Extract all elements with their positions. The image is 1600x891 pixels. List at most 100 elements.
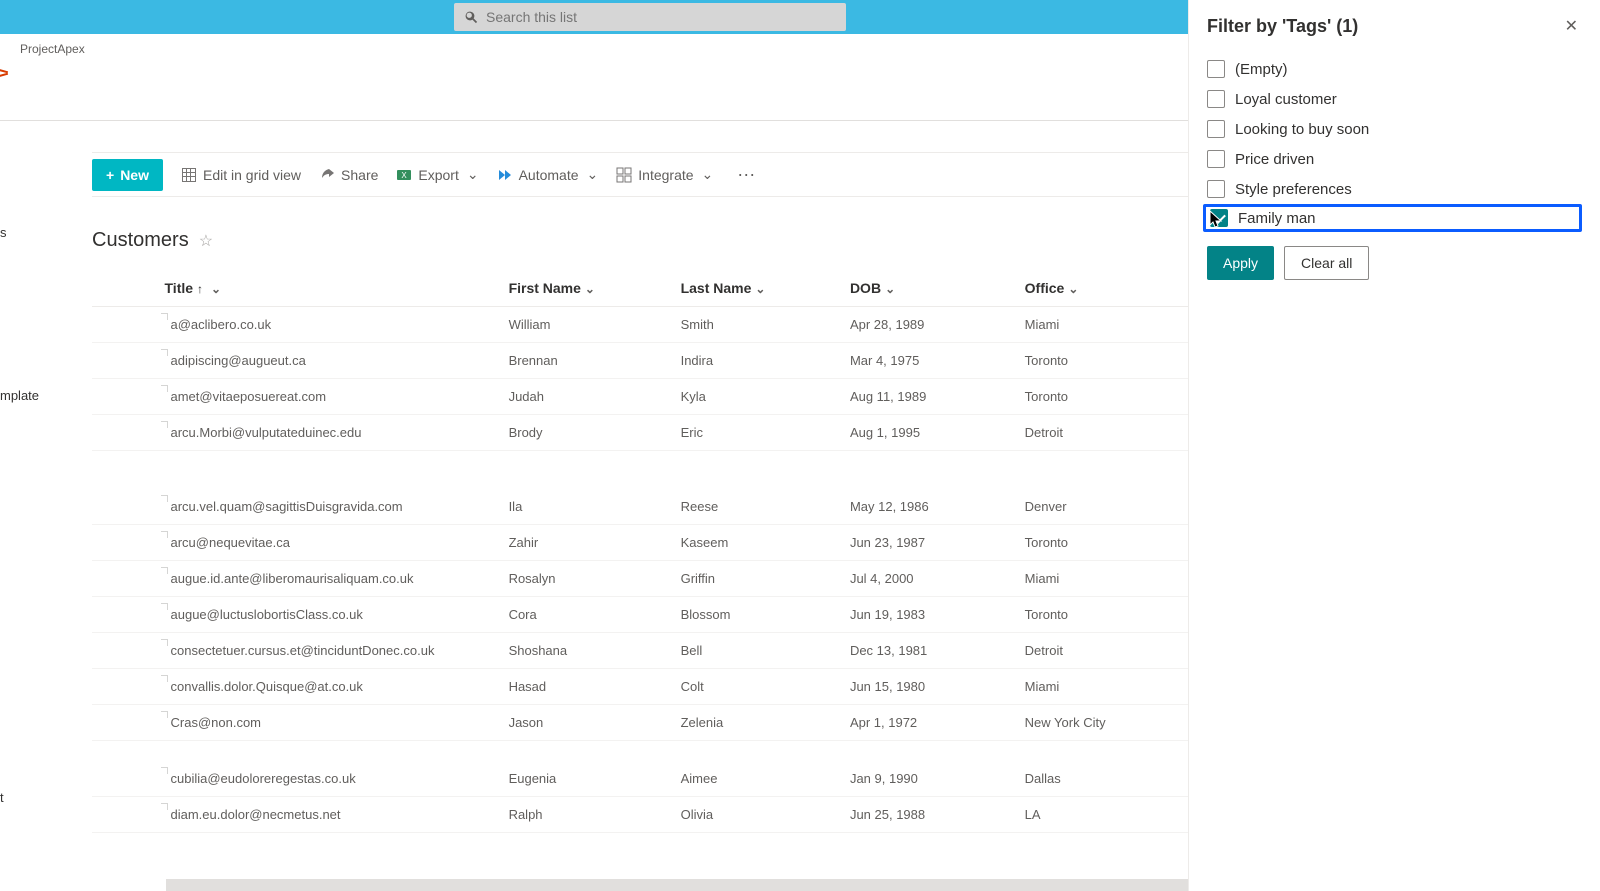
col-header-office[interactable]: Office⌄ xyxy=(1017,270,1189,307)
col-header-first-name[interactable]: First Name⌄ xyxy=(501,270,673,307)
grid-icon xyxy=(181,167,197,183)
cell-first-name: Judah xyxy=(501,379,673,415)
row-selector[interactable] xyxy=(92,343,157,379)
favorite-star-icon[interactable]: ☆ xyxy=(199,231,213,251)
export-button[interactable]: X Export ⌄ xyxy=(396,166,478,183)
cell-dob: Jun 19, 1983 xyxy=(842,597,1017,633)
chevron-down-icon: ⌄ xyxy=(585,282,595,296)
checkbox-icon[interactable] xyxy=(1207,60,1225,78)
filter-option-label: Looking to buy soon xyxy=(1235,121,1369,138)
filter-option-label: Style preferences xyxy=(1235,181,1352,198)
share-label: Share xyxy=(341,167,378,183)
panel-header: Filter by 'Tags' (1) ✕ xyxy=(1207,12,1582,40)
row-selector[interactable] xyxy=(92,525,157,561)
plus-icon: + xyxy=(106,167,114,183)
cell-first-name: Shoshana xyxy=(501,633,673,669)
cell-title[interactable]: convallis.dolor.Quisque@at.co.uk xyxy=(157,669,501,705)
edit-grid-view-button[interactable]: Edit in grid view xyxy=(181,167,301,183)
cell-first-name: Cora xyxy=(501,597,673,633)
col-header-dob[interactable]: DOB⌄ xyxy=(842,270,1017,307)
cell-title[interactable]: adipiscing@augueut.ca xyxy=(157,343,501,379)
checkbox-icon[interactable] xyxy=(1210,209,1228,227)
cell-dob: Mar 4, 1975 xyxy=(842,343,1017,379)
panel-title: Filter by 'Tags' (1) xyxy=(1207,16,1358,37)
checkbox-icon[interactable] xyxy=(1207,180,1225,198)
checkbox-icon[interactable] xyxy=(1207,120,1225,138)
search-input[interactable] xyxy=(486,9,836,25)
row-selector[interactable] xyxy=(92,597,157,633)
automate-button[interactable]: Automate ⌄ xyxy=(497,166,599,183)
checkbox-icon[interactable] xyxy=(1207,150,1225,168)
filter-option[interactable]: Style preferences xyxy=(1207,174,1582,204)
cell-first-name: Brody xyxy=(501,415,673,451)
chevron-down-icon: ⌄ xyxy=(1068,282,1078,296)
search-box[interactable] xyxy=(454,3,846,31)
cell-last-name: Olivia xyxy=(673,797,842,833)
excel-icon: X xyxy=(396,167,412,183)
row-selector[interactable] xyxy=(92,633,157,669)
apply-button[interactable]: Apply xyxy=(1207,246,1274,280)
filter-option[interactable]: Looking to buy soon xyxy=(1207,114,1582,144)
integrate-button[interactable]: Integrate ⌄ xyxy=(616,166,713,183)
cell-last-name: Eric xyxy=(673,415,842,451)
cell-title[interactable]: augue.id.ante@liberomaurisaliquam.co.uk xyxy=(157,561,501,597)
cell-first-name: Ila xyxy=(501,480,673,525)
chevron-down-icon: ⌄ xyxy=(755,282,765,296)
cell-title[interactable]: arcu@nequevitae.ca xyxy=(157,525,501,561)
cell-office: Miami xyxy=(1017,307,1189,343)
chevron-down-icon: ⌄ xyxy=(467,166,479,183)
row-selector[interactable] xyxy=(92,797,157,833)
sort-asc-icon: ↑ xyxy=(197,282,203,296)
col-header-last-name[interactable]: Last Name⌄ xyxy=(673,270,842,307)
close-icon[interactable]: ✕ xyxy=(1561,12,1582,40)
col-header-title[interactable]: Title↑⌄ xyxy=(157,270,501,307)
cell-title[interactable]: amet@vitaeposuereat.com xyxy=(157,379,501,415)
cell-title[interactable]: diam.eu.dolor@necmetus.net xyxy=(157,797,501,833)
cell-last-name: Griffin xyxy=(673,561,842,597)
clear-all-button[interactable]: Clear all xyxy=(1284,246,1369,280)
cell-office: Miami xyxy=(1017,561,1189,597)
filter-option[interactable]: Family man xyxy=(1203,204,1582,232)
integrate-label: Integrate xyxy=(638,167,693,183)
cell-last-name: Zelenia xyxy=(673,705,842,741)
row-selector[interactable] xyxy=(92,480,157,525)
cell-office: Miami xyxy=(1017,669,1189,705)
cell-last-name: Bell xyxy=(673,633,842,669)
share-button[interactable]: Share xyxy=(319,167,378,183)
checkbox-icon[interactable] xyxy=(1207,90,1225,108)
row-selector[interactable] xyxy=(92,705,157,741)
more-actions-button[interactable]: ··· xyxy=(731,164,761,185)
cell-dob: Aug 1, 1995 xyxy=(842,415,1017,451)
select-all-header[interactable] xyxy=(92,270,157,307)
chevron-down-icon: ⌄ xyxy=(587,166,599,183)
row-selector[interactable] xyxy=(92,415,157,451)
cell-title[interactable]: arcu.vel.quam@sagittisDuisgravida.com xyxy=(157,480,501,525)
new-button[interactable]: + New xyxy=(92,159,163,191)
cell-title[interactable]: Cras@non.com xyxy=(157,705,501,741)
row-selector[interactable] xyxy=(92,379,157,415)
automate-label: Automate xyxy=(519,167,579,183)
row-selector[interactable] xyxy=(92,307,157,343)
cell-last-name: Blossom xyxy=(673,597,842,633)
new-button-label: New xyxy=(120,167,149,183)
cell-first-name: Brennan xyxy=(501,343,673,379)
cell-office: New York City xyxy=(1017,705,1189,741)
cell-title[interactable]: a@aclibero.co.uk xyxy=(157,307,501,343)
row-selector[interactable] xyxy=(92,761,157,797)
row-selector[interactable] xyxy=(92,669,157,705)
cell-title[interactable]: consectetuer.cursus.et@tinciduntDonec.co… xyxy=(157,633,501,669)
cell-title[interactable]: cubilia@eudoloreregestas.co.uk xyxy=(157,761,501,797)
cell-last-name: Smith xyxy=(673,307,842,343)
cell-dob: Apr 1, 1972 xyxy=(842,705,1017,741)
cell-office: LA xyxy=(1017,797,1189,833)
row-selector[interactable] xyxy=(92,561,157,597)
cell-last-name: Colt xyxy=(673,669,842,705)
filter-option[interactable]: Price driven xyxy=(1207,144,1582,174)
cell-first-name: Ralph xyxy=(501,797,673,833)
cell-title[interactable]: augue@luctuslobortisClass.co.uk xyxy=(157,597,501,633)
cell-last-name: Reese xyxy=(673,480,842,525)
filter-option-label: Family man xyxy=(1238,210,1316,227)
cell-title[interactable]: arcu.Morbi@vulputateduinec.edu xyxy=(157,415,501,451)
filter-option[interactable]: Loyal customer xyxy=(1207,84,1582,114)
filter-option[interactable]: (Empty) xyxy=(1207,54,1582,84)
